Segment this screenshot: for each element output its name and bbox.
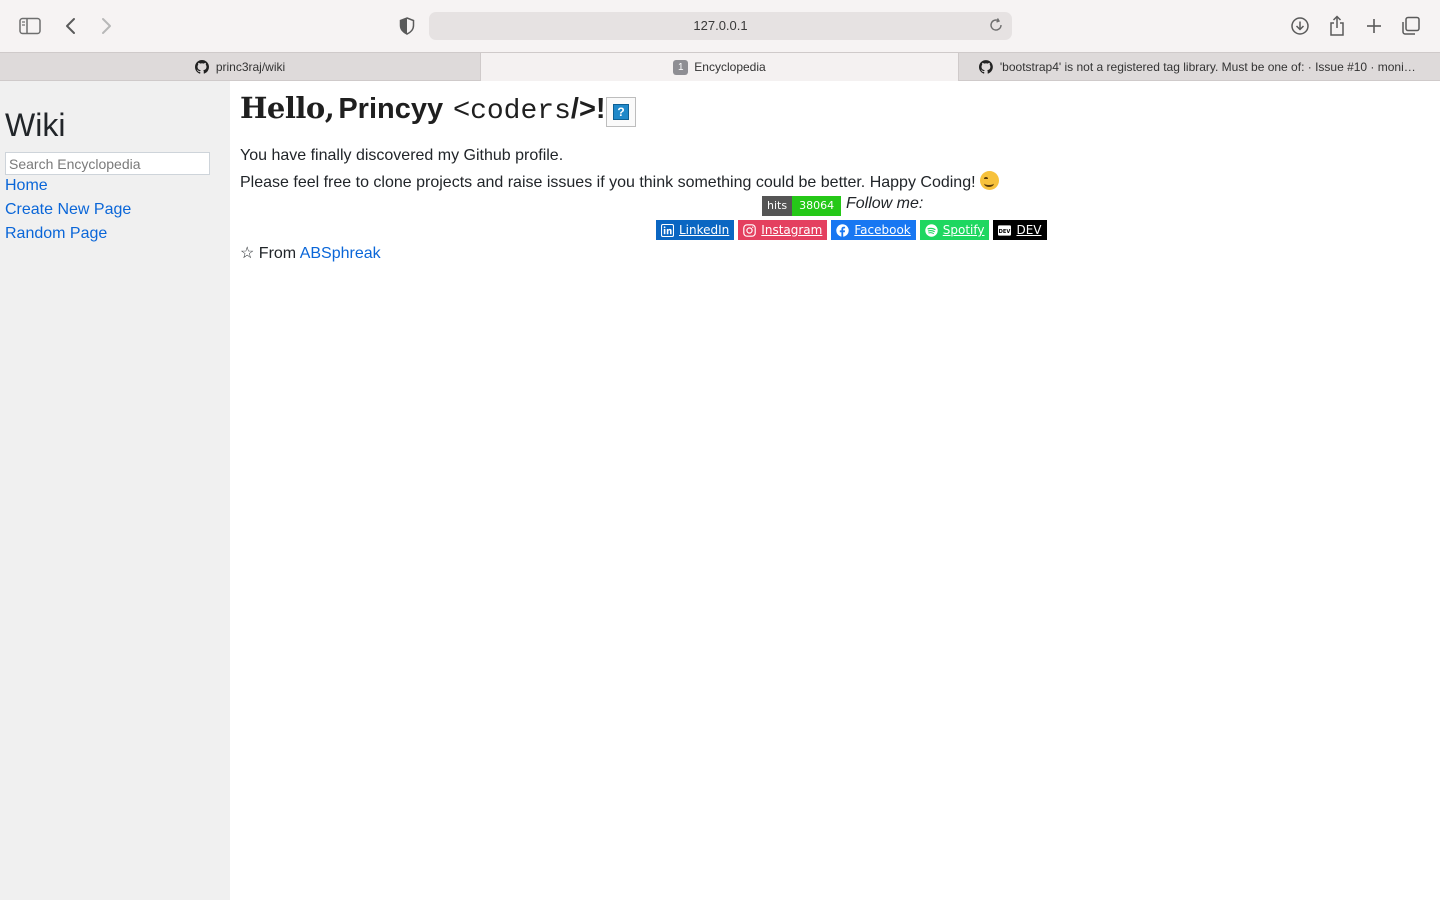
from-prefix: ☆ From <box>240 245 297 262</box>
hits-label: hits <box>762 196 793 216</box>
forward-icon[interactable] <box>94 14 118 38</box>
dev-badge[interactable]: DEV DEV <box>993 220 1047 240</box>
heading-name: Princyy <box>338 93 444 125</box>
address-bar[interactable]: 127.0.0.1 <box>429 12 1012 40</box>
heading-hello: Hello, <box>240 91 335 125</box>
linkedin-badge[interactable]: LinkedIn <box>656 220 735 240</box>
intro-line-2: Please feel free to clone projects and r… <box>240 171 999 192</box>
intro-line-2-text: Please feel free to clone projects and r… <box>240 174 976 191</box>
tab-bar: princ3raj/wiki 1 Encyclopedia 'bootstrap… <box>0 52 1440 81</box>
url-text: 127.0.0.1 <box>693 18 748 33</box>
intro-line-1: You have finally discovered my Github pr… <box>240 147 564 164</box>
tab-encyclopedia[interactable]: 1 Encyclopedia <box>480 53 959 81</box>
facebook-badge[interactable]: Facebook <box>831 220 916 240</box>
browser-toolbar: 127.0.0.1 <box>0 0 1440 52</box>
sidebar-link-create-new-page[interactable]: Create New Page <box>5 201 131 219</box>
tab-github-wiki[interactable]: princ3raj/wiki <box>0 53 480 81</box>
from-author-link[interactable]: ABSphreak <box>300 245 381 262</box>
new-tab-icon[interactable] <box>1362 14 1386 38</box>
instagram-badge[interactable]: Instagram <box>738 220 828 240</box>
back-icon[interactable] <box>59 14 83 38</box>
sidebar-toggle-icon[interactable] <box>18 14 42 38</box>
sidebar: Wiki Home Create New Page Random Page <box>0 81 230 900</box>
heading-end: />! <box>570 93 606 125</box>
follow-me-text: Follow me: <box>846 195 924 212</box>
heading-lt: < <box>453 93 471 125</box>
search-input[interactable] <box>5 152 210 175</box>
dev-label: DEV <box>1016 223 1042 237</box>
share-icon[interactable] <box>1325 14 1349 38</box>
reload-icon[interactable] <box>988 17 1006 35</box>
github-icon <box>194 60 209 74</box>
facebook-label: Facebook <box>854 223 911 237</box>
tab-overview-icon[interactable] <box>1399 14 1423 38</box>
instagram-icon <box>743 223 757 237</box>
social-badges: LinkedIn Instagram Facebook Spotify DEV … <box>656 220 1051 240</box>
smiling-face-icon <box>979 171 999 190</box>
tab-label: 'bootstrap4' is not a registered tag lib… <box>999 60 1420 74</box>
spotify-label: Spotify <box>942 223 985 237</box>
linkedin-icon <box>661 223 674 237</box>
tab-github-issue[interactable]: 'bootstrap4' is not a registered tag lib… <box>959 53 1440 81</box>
broken-image-icon: ? <box>606 97 636 127</box>
github-icon <box>979 60 993 74</box>
tab-label: Encyclopedia <box>694 60 766 74</box>
sidebar-link-home[interactable]: Home <box>5 177 48 195</box>
spotify-badge[interactable]: Spotify <box>919 220 990 240</box>
hits-count: 38064 <box>792 196 842 216</box>
downloads-icon[interactable] <box>1288 14 1312 38</box>
privacy-shield-icon[interactable] <box>395 14 419 38</box>
from-line: ☆ From ABSphreak <box>240 243 381 263</box>
hits-badge: hits 38064 <box>762 196 842 216</box>
page-heading: Hello, Princyy < coders />! <box>240 91 606 127</box>
heading-coders: coders <box>470 96 571 127</box>
question-mark: ? <box>613 104 629 120</box>
sidebar-title: Wiki <box>5 107 66 143</box>
dev-icon: DEV <box>998 224 1012 237</box>
facebook-icon <box>836 223 850 237</box>
tab-number-badge: 1 <box>673 59 689 75</box>
instagram-label: Instagram <box>761 223 823 237</box>
linkedin-label: LinkedIn <box>679 223 730 237</box>
tab-label: princ3raj/wiki <box>215 60 286 74</box>
sidebar-link-random-page[interactable]: Random Page <box>5 225 107 243</box>
spotify-icon <box>925 223 938 237</box>
svg-text:DEV: DEV <box>999 228 1011 234</box>
